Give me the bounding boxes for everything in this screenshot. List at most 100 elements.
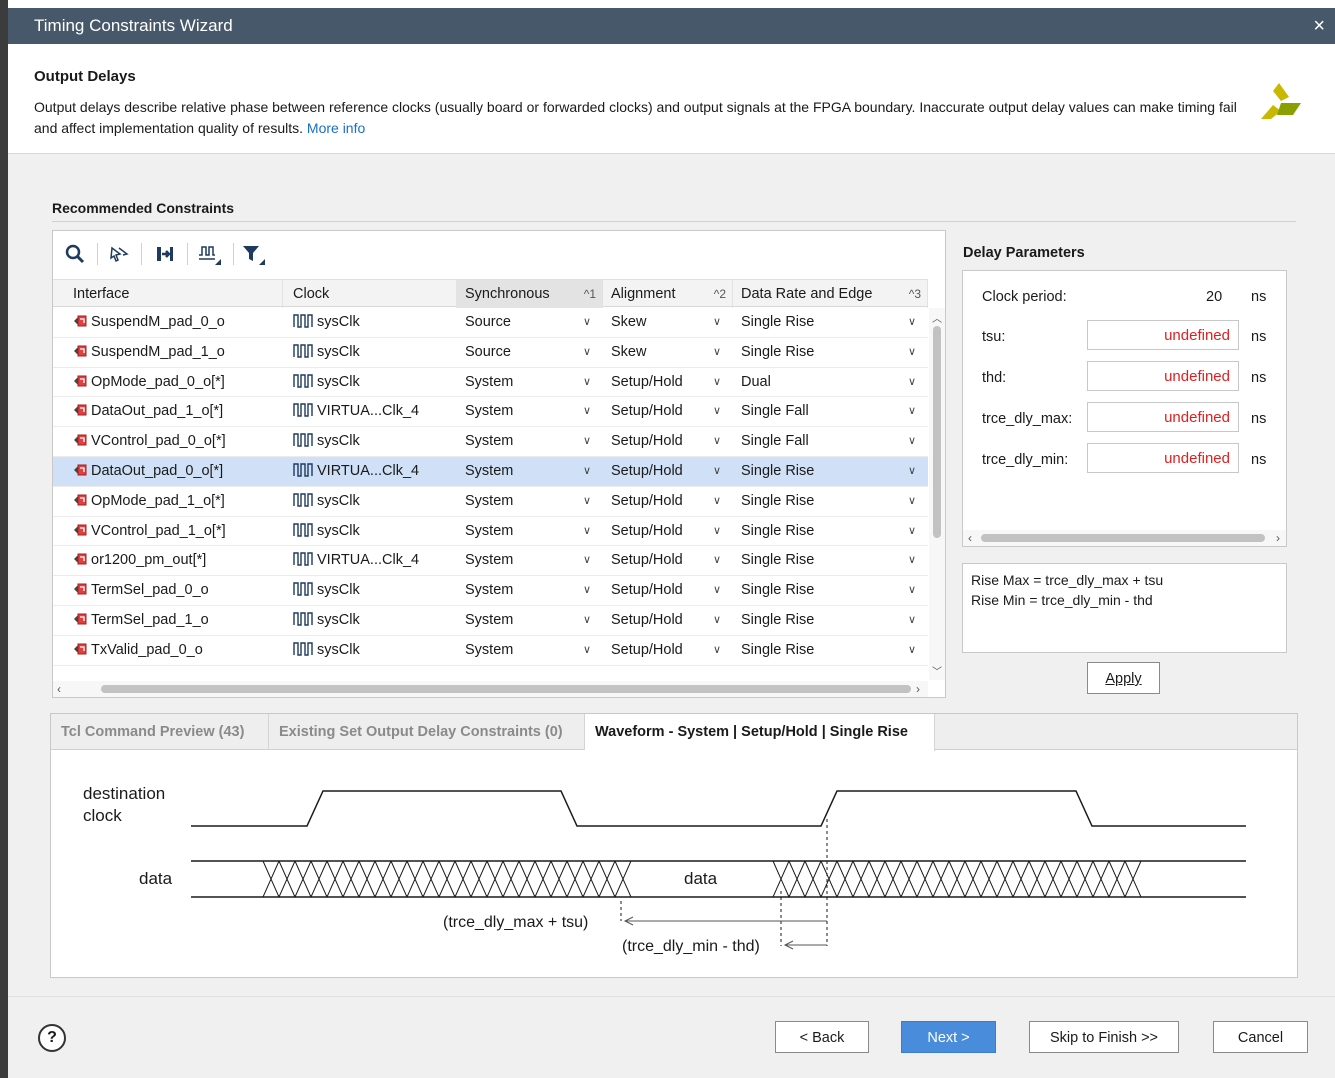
column-header-data-rate[interactable]: Data Rate and Edge ^3 bbox=[733, 280, 928, 308]
select-icon[interactable] bbox=[105, 240, 133, 268]
data-rate-dropdown[interactable]: Single Rise ∨ bbox=[733, 457, 928, 486]
table-row[interactable]: SuspendM_pad_0_o sysClk Source ∨ Skew ∨ Single… bbox=[53, 308, 928, 338]
synchronous-dropdown[interactable]: System ∨ bbox=[457, 576, 603, 605]
alignment-dropdown[interactable]: Setup/Hold ∨ bbox=[603, 576, 733, 605]
synchronous-dropdown[interactable]: System ∨ bbox=[457, 546, 603, 575]
filter-icon[interactable] bbox=[239, 240, 267, 268]
close-icon[interactable]: × bbox=[1313, 8, 1325, 44]
synchronous-dropdown[interactable]: System ∨ bbox=[457, 487, 603, 516]
horizontal-scrollbar[interactable]: ‹ › bbox=[53, 681, 928, 697]
data-rate-dropdown[interactable]: Single Rise ∨ bbox=[733, 576, 928, 605]
alignment-dropdown[interactable]: Setup/Hold ∨ bbox=[603, 606, 733, 635]
chevron-down-icon: ∨ bbox=[907, 613, 916, 626]
cancel-button[interactable]: Cancel bbox=[1213, 1021, 1308, 1053]
tsu-input[interactable] bbox=[1087, 320, 1239, 350]
alignment-dropdown[interactable]: Skew ∨ bbox=[603, 338, 733, 367]
column-header-interface[interactable]: Interface bbox=[53, 280, 283, 308]
scroll-down-icon[interactable]: ﹀ bbox=[932, 663, 942, 678]
rise-max-formula: Rise Max = trce_dly_max + tsu bbox=[971, 572, 1164, 588]
column-header-alignment[interactable]: Alignment ^2 bbox=[603, 280, 733, 308]
table-row[interactable]: VControl_pad_0_o[*] sysClk System ∨ Setup/Ho… bbox=[53, 427, 928, 457]
table-row[interactable]: TermSel_pad_1_o sysClk System ∨ Setup/Hold ∨ S… bbox=[53, 606, 928, 636]
data-rate-dropdown[interactable]: Single Rise ∨ bbox=[733, 308, 928, 337]
synchronous-dropdown[interactable]: System ∨ bbox=[457, 636, 603, 665]
table-row[interactable]: TxValid_pad_0_o sysClk System ∨ Setup/Hold ∨ S… bbox=[53, 636, 928, 666]
data-rate-dropdown[interactable]: Single Rise ∨ bbox=[733, 546, 928, 575]
data-rate-dropdown[interactable]: Single Rise ∨ bbox=[733, 606, 928, 635]
table-row[interactable]: or1200_pm_out[*] VIRTUA...Clk_4 System ∨ Set… bbox=[53, 546, 928, 577]
next-button[interactable]: Next > bbox=[901, 1021, 996, 1053]
data-rate-dropdown[interactable]: Single Rise ∨ bbox=[733, 487, 928, 516]
table-row[interactable]: DataOut_pad_1_o[*] VIRTUA...Clk_4 System ∨ S… bbox=[53, 397, 928, 428]
alignment-dropdown[interactable]: Setup/Hold ∨ bbox=[603, 546, 733, 575]
alignment-dropdown[interactable]: Setup/Hold ∨ bbox=[603, 427, 733, 456]
trce-dly-min-input[interactable] bbox=[1087, 443, 1239, 473]
tab-waveform[interactable]: Waveform - System | Setup/Hold | Single … bbox=[585, 714, 935, 751]
more-info-link[interactable]: More info bbox=[307, 120, 365, 136]
unit-label: ns bbox=[1251, 289, 1267, 305]
alignment-dropdown[interactable]: Setup/Hold ∨ bbox=[603, 457, 733, 486]
delay-params-scrollbar[interactable]: ‹ › bbox=[963, 530, 1286, 546]
alignment-dropdown[interactable]: Setup/Hold ∨ bbox=[603, 397, 733, 426]
chevron-down-icon: ∨ bbox=[582, 345, 591, 358]
clock-cell: sysClk bbox=[283, 487, 457, 516]
scroll-right-icon[interactable]: › bbox=[916, 681, 920, 697]
scroll-up-icon[interactable]: ︿ bbox=[932, 310, 942, 325]
synchronous-dropdown[interactable]: System ∨ bbox=[457, 606, 603, 635]
table-row[interactable]: OpMode_pad_1_o[*] sysClk System ∨ Setup/Hold… bbox=[53, 487, 928, 517]
alignment-dropdown[interactable]: Setup/Hold ∨ bbox=[603, 636, 733, 665]
vertical-scrollbar[interactable]: ︿ ﹀ bbox=[929, 308, 945, 680]
data-rate-dropdown[interactable]: Single Rise ∨ bbox=[733, 517, 928, 546]
apply-button[interactable]: Apply bbox=[1087, 662, 1160, 694]
waveform-icon[interactable] bbox=[195, 240, 223, 268]
chevron-down-icon: ∨ bbox=[582, 554, 591, 567]
table-row[interactable]: TermSel_pad_0_o sysClk System ∨ Setup/Hold ∨ S… bbox=[53, 576, 928, 606]
chevron-down-icon: ∨ bbox=[712, 375, 721, 388]
interface-cell: or1200_pm_out[*] bbox=[53, 546, 283, 575]
expand-icon[interactable] bbox=[151, 240, 179, 268]
trce-dly-max-input[interactable] bbox=[1087, 402, 1239, 432]
alignment-dropdown[interactable]: Setup/Hold ∨ bbox=[603, 517, 733, 546]
data-rate-dropdown[interactable]: Single Fall ∨ bbox=[733, 427, 928, 456]
help-icon[interactable]: ? bbox=[38, 1024, 66, 1052]
synchronous-dropdown[interactable]: System ∨ bbox=[457, 517, 603, 546]
data-rate-dropdown[interactable]: Dual ∨ bbox=[733, 368, 928, 397]
scroll-left-icon[interactable]: ‹ bbox=[57, 681, 61, 697]
scroll-right-icon[interactable]: › bbox=[1276, 530, 1280, 546]
skip-to-finish-button[interactable]: Skip to Finish >> bbox=[1029, 1021, 1179, 1053]
synchronous-dropdown[interactable]: System ∨ bbox=[457, 427, 603, 456]
tab-existing-constraints[interactable]: Existing Set Output Delay Constraints (0… bbox=[269, 714, 585, 750]
scrollbar-thumb[interactable] bbox=[981, 534, 1265, 542]
table-row[interactable]: SuspendM_pad_1_o sysClk Source ∨ Skew ∨ Single… bbox=[53, 338, 928, 368]
thd-input[interactable] bbox=[1087, 361, 1239, 391]
table-row[interactable]: OpMode_pad_0_o[*] sysClk System ∨ Setup/Hold… bbox=[53, 368, 928, 398]
column-header-synchronous[interactable]: Synchronous ^1 bbox=[457, 280, 603, 308]
scrollbar-thumb[interactable] bbox=[101, 685, 911, 693]
interface-cell: VControl_pad_1_o[*] bbox=[53, 517, 283, 546]
scroll-left-icon[interactable]: ‹ bbox=[968, 530, 972, 546]
toolbar-separator bbox=[187, 243, 188, 265]
chevron-down-icon: ∨ bbox=[582, 524, 591, 537]
synchronous-dropdown[interactable]: System ∨ bbox=[457, 397, 603, 426]
table-row[interactable]: DataOut_pad_0_o[*] VIRTUA...Clk_4 System ∨ S… bbox=[53, 456, 928, 487]
data-rate-dropdown[interactable]: Single Rise ∨ bbox=[733, 636, 928, 665]
synchronous-dropdown[interactable]: Source ∨ bbox=[457, 308, 603, 337]
tab-tcl-preview[interactable]: Tcl Command Preview (43) bbox=[51, 714, 269, 750]
clock-label-line1: destination bbox=[83, 784, 165, 803]
data-rate-dropdown[interactable]: Single Rise ∨ bbox=[733, 338, 928, 367]
data-rate-dropdown[interactable]: Single Fall ∨ bbox=[733, 397, 928, 426]
formula-box: Rise Max = trce_dly_max + tsu Rise Min =… bbox=[962, 563, 1287, 653]
table-row[interactable]: VControl_pad_1_o[*] sysClk System ∨ Setup/Ho… bbox=[53, 517, 928, 547]
scrollbar-thumb[interactable] bbox=[933, 326, 941, 538]
synchronous-dropdown[interactable]: System ∨ bbox=[457, 368, 603, 397]
back-button[interactable]: < Back bbox=[775, 1021, 869, 1053]
clock-icon bbox=[293, 403, 313, 418]
synchronous-dropdown[interactable]: Source ∨ bbox=[457, 338, 603, 367]
alignment-dropdown[interactable]: Setup/Hold ∨ bbox=[603, 368, 733, 397]
alignment-dropdown[interactable]: Setup/Hold ∨ bbox=[603, 487, 733, 516]
output-port-icon bbox=[74, 315, 87, 327]
alignment-dropdown[interactable]: Skew ∨ bbox=[603, 308, 733, 337]
search-icon[interactable] bbox=[61, 240, 89, 268]
column-header-clock[interactable]: Clock bbox=[283, 280, 457, 308]
synchronous-dropdown[interactable]: System ∨ bbox=[457, 457, 603, 486]
